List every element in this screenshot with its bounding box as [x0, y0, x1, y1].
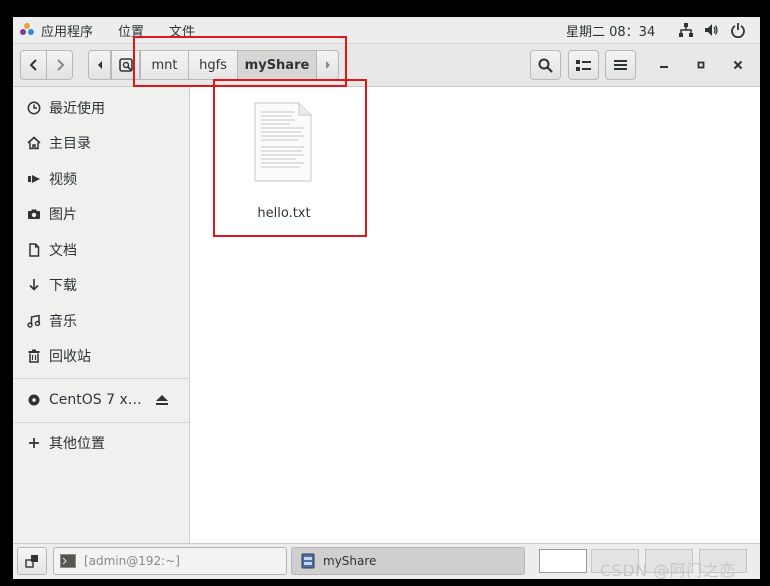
taskbar-files[interactable]: myShare [291, 547, 525, 575]
menu-button[interactable] [605, 50, 636, 80]
minimize-icon [660, 66, 668, 68]
close-icon [733, 60, 743, 70]
sidebar-item-trash[interactable]: 回收站 [13, 341, 189, 371]
power-icon[interactable] [730, 22, 746, 38]
chevron-right-icon [56, 59, 64, 71]
sidebar-item-other-locations[interactable]: 其他位置 [13, 428, 189, 458]
desktop-icon [25, 555, 38, 568]
hamburger-icon [614, 60, 627, 70]
sidebar-item-label: 其他位置 [49, 436, 105, 452]
sidebar-item-downloads[interactable]: 下载 [13, 270, 189, 300]
annotation-file-box [213, 79, 367, 237]
volume-icon[interactable] [703, 22, 719, 38]
network-icon[interactable] [678, 22, 694, 38]
close-button[interactable] [727, 54, 749, 76]
applications-icon[interactable] [19, 22, 35, 38]
sidebar-item-label: 最近使用 [49, 101, 105, 117]
sidebar-item-home[interactable]: 主目录 [13, 128, 189, 158]
sidebar-divider [13, 378, 189, 379]
watermark: CSDN @阿门之恋 [600, 561, 736, 580]
sidebar-item-label: 图片 [49, 207, 77, 223]
screen: 应用程序 位置 文件 星期二 08：34 mnt hgfs myShare 最近… [13, 17, 760, 579]
header-bar: mnt hgfs myShare [13, 44, 760, 87]
video-icon [26, 171, 42, 187]
list-view-icon [576, 59, 591, 71]
drive-icon [118, 58, 133, 72]
taskbar-terminal[interactable]: [admin@192:~] [53, 547, 287, 575]
music-icon [26, 313, 42, 329]
applications-menu[interactable]: 应用程序 [41, 21, 93, 40]
sidebar-item-label: 音乐 [49, 314, 77, 330]
home-icon [26, 135, 42, 151]
minimize-button[interactable] [653, 54, 675, 76]
sidebar-item-label: 视频 [49, 172, 77, 188]
chevron-left-icon [29, 59, 37, 71]
top-bar: 应用程序 位置 文件 星期二 08：34 [13, 17, 760, 44]
eject-icon[interactable] [155, 394, 169, 406]
sidebar-item-documents[interactable]: 文档 [13, 235, 189, 265]
disc-icon [26, 392, 42, 408]
maximize-icon [697, 61, 705, 69]
show-desktop-button[interactable] [17, 547, 47, 575]
sidebar-item-label: CentOS 7 x… [49, 392, 142, 408]
file-cabinet-icon [301, 553, 315, 569]
arrow-left-icon [97, 61, 102, 69]
taskbar-files-label: myShare [323, 554, 377, 568]
back-button[interactable] [20, 50, 47, 80]
sidebar-item-music[interactable]: 音乐 [13, 306, 189, 336]
sidebar-item-videos[interactable]: 视频 [13, 164, 189, 194]
sidebar-item-label: 主目录 [49, 136, 91, 152]
workspace-1[interactable] [539, 549, 587, 573]
download-icon [26, 277, 42, 293]
trash-icon [26, 348, 42, 364]
taskbar-terminal-label: [admin@192:~] [84, 554, 180, 568]
camera-icon [26, 206, 42, 222]
sidebar-item-label: 回收站 [49, 349, 91, 365]
sidebar-item-recent[interactable]: 最近使用 [13, 93, 189, 123]
path-scroll-left-button[interactable] [88, 50, 111, 80]
sidebar-item-device[interactable]: CentOS 7 x… [13, 385, 189, 415]
forward-button[interactable] [46, 50, 73, 80]
search-button[interactable] [530, 50, 561, 80]
clock-icon [26, 100, 42, 116]
maximize-button[interactable] [690, 54, 712, 76]
sidebar-item-label: 下载 [49, 278, 77, 294]
view-toggle-button[interactable] [568, 50, 599, 80]
terminal-icon [60, 554, 76, 568]
search-icon [538, 58, 553, 73]
sidebar: 最近使用 主目录 视频 图片 文档 下载 音乐 回收站 CentOS 7 x… … [13, 87, 190, 543]
document-icon [26, 242, 42, 258]
sidebar-item-label: 文档 [49, 243, 77, 259]
clock[interactable]: 星期二 08：34 [566, 21, 655, 40]
sidebar-item-pictures[interactable]: 图片 [13, 199, 189, 229]
sidebar-divider [13, 422, 189, 423]
plus-icon [26, 435, 42, 451]
